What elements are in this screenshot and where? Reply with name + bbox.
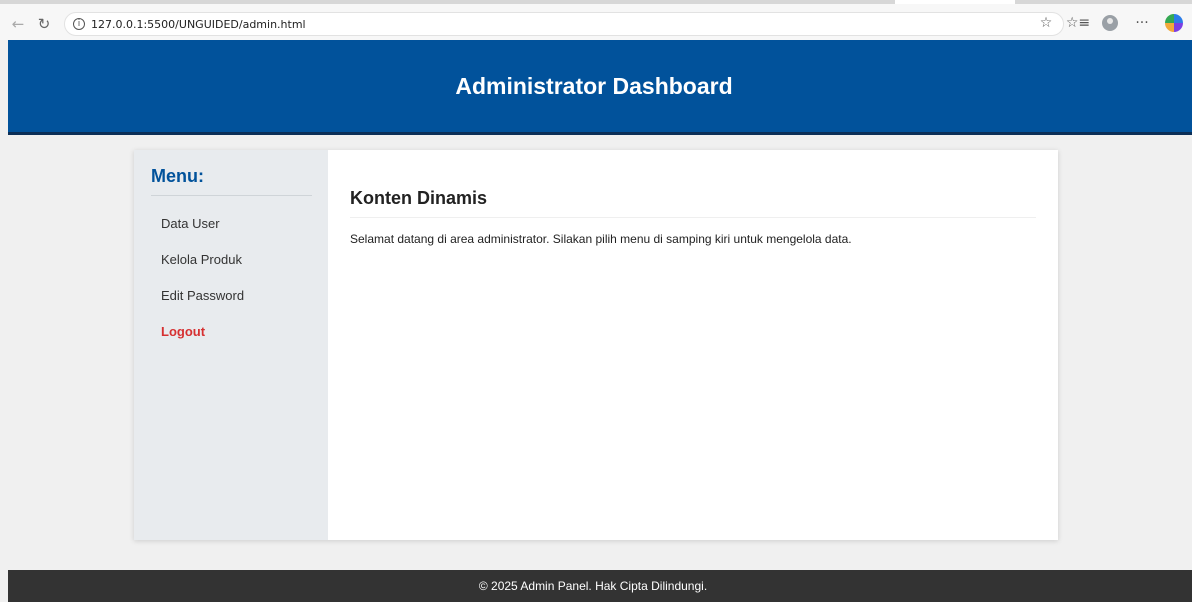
address-bar[interactable]: i 127.0.0.1:5500/UNGUIDED/admin.html [64,12,1064,36]
main-content: Konten Dinamis Selamat datang di area ad… [328,150,1058,540]
active-tab-indicator [895,0,1015,4]
page-title: Administrator Dashboard [455,72,733,99]
info-icon[interactable]: i [73,18,85,30]
sidebar-item-logout[interactable]: Logout [151,318,312,345]
page-header: Administrator Dashboard [8,40,1192,135]
menu-title: Menu: [151,166,312,196]
profile-icon[interactable] [1100,13,1120,33]
page-footer: © 2025 Admin Panel. Hak Cipta Dilindungi… [8,570,1192,602]
url-text[interactable]: 127.0.0.1:5500/UNGUIDED/admin.html [91,18,306,31]
more-icon[interactable]: ··· [1132,13,1152,33]
content-text: Selamat datang di area administrator. Si… [350,232,852,246]
star-icon[interactable]: ☆ [1036,13,1056,33]
sidebar-item-edit-password[interactable]: Edit Password [151,282,312,309]
reload-icon[interactable]: ↻ [34,14,54,34]
copilot-logo [1165,14,1183,32]
sidebar-item-kelola-produk[interactable]: Kelola Produk [151,246,312,273]
avatar [1102,15,1118,31]
copilot-icon[interactable] [1164,13,1184,33]
sidebar-item-data-user[interactable]: Data User [151,210,312,237]
page: Administrator Dashboard Menu: Data User … [8,40,1192,602]
dashboard-container: Menu: Data User Kelola Produk Edit Passw… [134,150,1058,540]
browser-toolbar: ← ↻ i 127.0.0.1:5500/UNGUIDED/admin.html… [0,0,1192,40]
browser-actions: ☆ ☆≡ ··· [1036,13,1184,33]
footer-text: © 2025 Admin Panel. Hak Cipta Dilindungi… [478,579,708,593]
favorites-icon[interactable]: ☆≡ [1066,13,1090,33]
content-title: Konten Dinamis [350,188,1036,218]
sidebar: Menu: Data User Kelola Produk Edit Passw… [134,150,328,540]
back-icon[interactable]: ← [8,14,28,34]
